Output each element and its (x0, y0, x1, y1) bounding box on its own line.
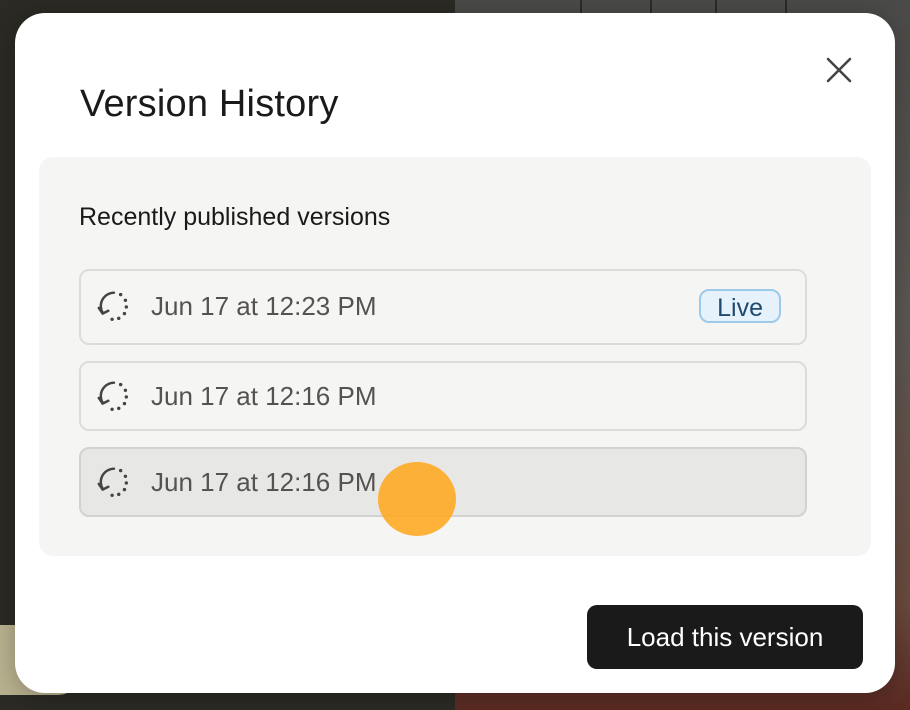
versions-panel-heading: Recently published versions (79, 203, 391, 231)
version-item-label: Jun 17 at 12:16 PM (151, 381, 377, 411)
versions-panel: Recently published versions Jun 17 at 12… (39, 157, 871, 556)
load-this-version-button[interactable]: Load this version (587, 605, 863, 669)
restore-history-icon (97, 291, 129, 322)
version-item-label: Jun 17 at 12:23 PM (151, 291, 377, 321)
live-badge: Live (699, 289, 781, 323)
version-item-selected[interactable]: Jun 17 at 12:16 PM (79, 447, 807, 517)
modal-title: Version History (80, 83, 339, 125)
close-icon (826, 57, 852, 83)
version-item-label: Jun 17 at 12:16 PM (151, 467, 377, 497)
version-item[interactable]: Jun 17 at 12:23 PM Live (79, 269, 807, 345)
version-history-modal: Version History Recently published versi… (15, 13, 895, 693)
version-item[interactable]: Jun 17 at 12:16 PM (79, 361, 807, 431)
restore-history-icon (97, 467, 129, 498)
close-button[interactable] (823, 54, 855, 86)
restore-history-icon (97, 381, 129, 412)
